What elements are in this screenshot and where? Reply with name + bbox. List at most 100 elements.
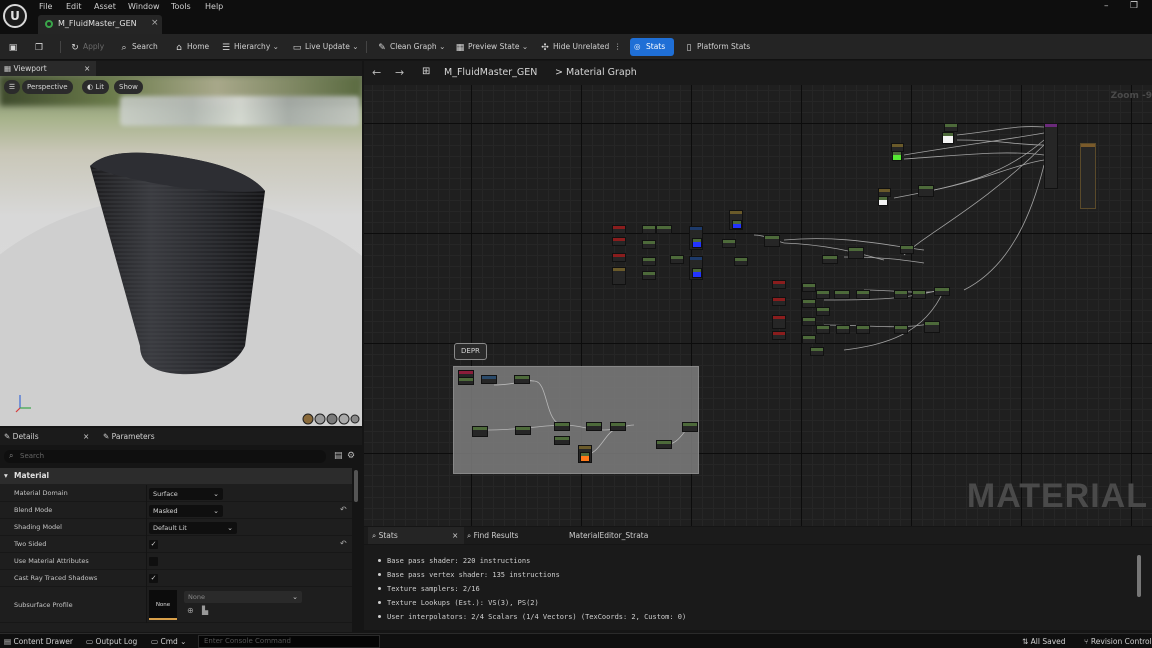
use-selected-icon[interactable]: ⊕ [187, 606, 194, 615]
save-button[interactable]: ▣ [8, 40, 21, 54]
graph-node[interactable] [802, 335, 816, 344]
graph-node[interactable] [610, 422, 626, 431]
graph-node[interactable] [642, 225, 656, 234]
graph-node[interactable] [764, 235, 780, 247]
gear-icon[interactable]: ⚙ [347, 451, 355, 461]
graph-node[interactable] [878, 196, 888, 206]
menu-help[interactable]: Help [205, 2, 223, 11]
graph-node[interactable] [816, 307, 830, 316]
graph-node[interactable] [892, 151, 902, 161]
graph-node[interactable] [848, 247, 864, 259]
graph-node[interactable] [856, 290, 870, 299]
menu-edit[interactable]: Edit [66, 2, 82, 11]
close-viewport-icon[interactable]: × [84, 61, 90, 76]
tab-viewport[interactable]: ▦ Viewport × [0, 61, 96, 76]
graph-node[interactable] [612, 225, 626, 234]
graph-node[interactable] [515, 426, 531, 435]
content-drawer-button[interactable]: ▤ Content Drawer [4, 635, 73, 648]
reset-to-default-icon[interactable]: ↶ [340, 539, 347, 548]
preview-shape-icons[interactable] [302, 413, 360, 425]
hide-unrelated-button[interactable]: ✣ Hide Unrelated [540, 40, 609, 54]
graph-node[interactable] [802, 317, 816, 326]
graph-node[interactable] [656, 440, 672, 449]
breadcrumb-asset[interactable]: M_FluidMaster_GEN [444, 67, 537, 78]
restore-icon[interactable]: ❐ [1130, 1, 1138, 11]
breadcrumb-graph[interactable]: Material Graph [566, 67, 637, 78]
graph-node[interactable] [810, 347, 824, 356]
tab-parameters[interactable]: ✎ Parameters [103, 428, 155, 445]
tab-find-results[interactable]: ⌕ Find Results [467, 527, 518, 544]
tab-strata[interactable]: MaterialEditor_Strata [569, 527, 648, 544]
graph-node[interactable] [900, 245, 914, 254]
close-stats-icon[interactable]: × [452, 527, 458, 544]
graph-node[interactable] [472, 426, 488, 437]
graph-node[interactable] [612, 253, 626, 262]
graph-node[interactable] [912, 290, 926, 299]
graph-node[interactable] [834, 290, 850, 299]
graph-node[interactable] [816, 290, 830, 299]
viewport-options-icon[interactable]: ☰ [4, 80, 20, 94]
result-node[interactable] [1080, 143, 1096, 209]
graph-node[interactable] [802, 283, 816, 292]
graph-node[interactable] [924, 321, 940, 333]
graph-node[interactable] [894, 290, 908, 299]
preview-state-button[interactable]: ▦ Preview State ⌄ [455, 40, 528, 54]
graph-node[interactable] [642, 257, 656, 266]
menu-window[interactable]: Window [128, 2, 160, 11]
graph-node[interactable] [722, 239, 736, 248]
search-button[interactable]: ⌕ Search [119, 40, 157, 54]
perspective-button[interactable]: Perspective [22, 80, 73, 94]
graph-node[interactable] [612, 237, 626, 246]
category-material[interactable]: ▾ Material [0, 468, 352, 484]
lit-button[interactable]: ◐ Lit [82, 80, 109, 94]
menu-asset[interactable]: Asset [94, 2, 116, 11]
all-saved-button[interactable]: ⇅ All Saved [1022, 635, 1066, 648]
graph-node[interactable] [822, 255, 838, 264]
tab-details[interactable]: ✎ Details [4, 428, 39, 445]
material-graph-canvas[interactable]: Zoom -9 DEPR MATERIAL [364, 85, 1152, 526]
graph-node[interactable] [734, 257, 748, 266]
shading-model-combo[interactable]: Default Lit ⌄ [149, 522, 237, 534]
back-arrow-icon[interactable]: ← [372, 66, 381, 79]
graph-node[interactable] [732, 220, 742, 229]
graph-node[interactable] [514, 375, 530, 384]
menu-tools[interactable]: Tools [171, 2, 191, 11]
details-search-input[interactable]: Search [4, 450, 326, 463]
graph-node[interactable] [856, 325, 870, 334]
unreal-logo-icon[interactable]: U [3, 4, 27, 28]
cast-ray-traced-shadows-checkbox[interactable]: ✓ [149, 574, 158, 583]
graph-node[interactable] [692, 238, 702, 248]
platform-stats-button[interactable]: ▯ Platform Stats [684, 40, 751, 54]
graph-node[interactable] [772, 280, 786, 289]
forward-arrow-icon[interactable]: → [395, 66, 404, 79]
graph-node[interactable] [586, 422, 602, 431]
output-log-button[interactable]: ▭ Output Log [86, 635, 137, 648]
graph-node[interactable] [554, 422, 570, 431]
graph-node[interactable] [458, 377, 474, 385]
close-tab-icon[interactable]: × [151, 18, 159, 28]
graph-node[interactable] [642, 240, 656, 249]
menu-file[interactable]: File [39, 2, 52, 11]
console-command-input[interactable]: Enter Console Command [198, 635, 380, 648]
material-output-node[interactable] [1044, 123, 1058, 189]
home-button[interactable]: ⌂ Home [174, 40, 209, 54]
stats-button[interactable]: ◎ Stats [630, 38, 674, 56]
graph-node[interactable] [692, 268, 702, 278]
details-scrollbar[interactable] [354, 470, 358, 502]
graph-node[interactable] [894, 325, 908, 334]
two-sided-checkbox[interactable]: ✓ [149, 540, 158, 549]
graph-node[interactable] [772, 331, 786, 340]
subsurface-thumbnail[interactable]: None [149, 590, 177, 620]
graph-node[interactable] [816, 325, 830, 334]
graph-node[interactable] [554, 436, 570, 445]
graph-node[interactable] [836, 325, 850, 334]
graph-node[interactable] [944, 123, 958, 132]
graph-node[interactable] [656, 225, 672, 234]
graph-node[interactable] [682, 422, 698, 432]
browse-button[interactable]: ❐ [34, 40, 47, 54]
graph-node[interactable] [642, 271, 656, 280]
cmd-button[interactable]: ▭ Cmd ⌄ [151, 635, 186, 648]
tab-stats[interactable]: ⌕ Stats × [368, 527, 464, 544]
graph-node[interactable] [612, 267, 626, 285]
material-domain-combo[interactable]: Surface ⌄ [149, 488, 223, 500]
